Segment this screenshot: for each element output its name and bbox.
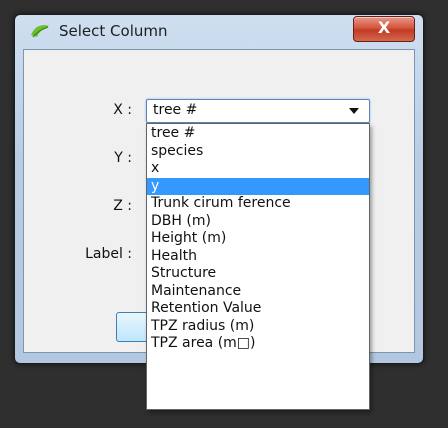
x-select-value: tree # [153,102,198,118]
list-item[interactable]: Retention Value [147,300,369,318]
column-dropdown-list[interactable]: tree # species x y Trunk cirum ference D… [146,123,370,410]
list-item[interactable]: tree # [147,125,369,143]
list-item-selected[interactable]: y [147,177,369,195]
label-field-label: Label : [85,246,132,262]
chevron-down-icon[interactable] [349,108,359,114]
list-item[interactable]: TPZ area (m□) [147,335,369,353]
list-item[interactable]: Height (m) [147,230,369,248]
title-bar[interactable]: Select Column X [15,15,423,47]
app-leaf-icon [31,25,49,38]
z-field-label: Z : [113,198,132,214]
list-item[interactable]: DBH (m) [147,213,369,231]
list-item[interactable]: Maintenance [147,283,369,301]
list-item[interactable]: Structure [147,265,369,283]
list-item[interactable]: species [147,143,369,161]
list-item[interactable]: Trunk cirum ference [147,195,369,213]
x-column-select[interactable]: tree # [146,99,370,123]
list-item[interactable]: x [147,160,369,178]
list-item[interactable]: TPZ radius (m) [147,318,369,336]
x-field-label: X : [113,102,132,118]
close-button[interactable]: X [353,16,415,42]
dialog-title: Select Column [59,22,168,40]
list-item[interactable]: Health [147,248,369,266]
y-field-label: Y : [114,150,132,166]
